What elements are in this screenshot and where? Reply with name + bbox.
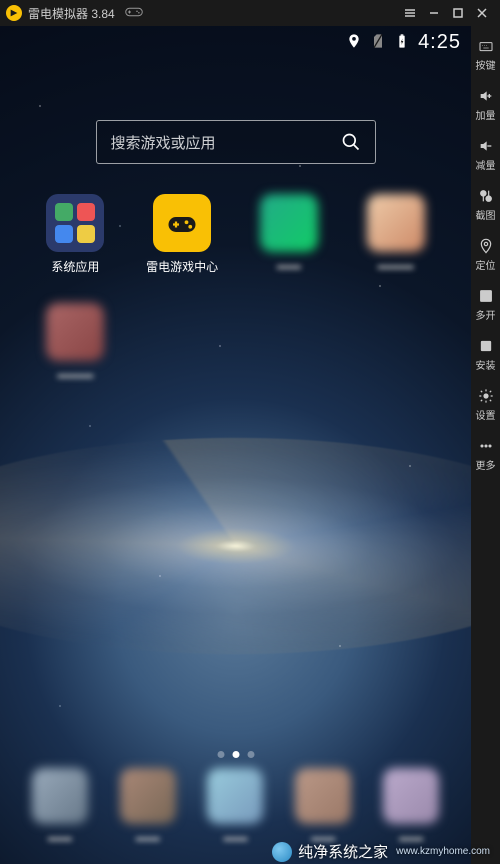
watermark: 纯净系统之家 www.kzmyhome.com (272, 841, 490, 862)
android-statusbar: 4:25 (0, 26, 471, 58)
side-label: 定位 (476, 257, 496, 272)
emulator-screen: 4:25 搜索游戏或应用 系统应用 雷电游戏中心 ▬▬ (0, 26, 471, 864)
app-blurred-4[interactable]: ▬▬▬ (350, 194, 441, 275)
side-label: 加量 (476, 107, 496, 122)
side-label: 设置 (476, 407, 496, 422)
system-apps-icon (46, 194, 104, 252)
close-button[interactable] (470, 1, 494, 25)
titlebar: 雷电模拟器 3.84 (0, 0, 500, 26)
page-dot[interactable] (217, 751, 224, 758)
dock-app-3[interactable]: ▬▬ (207, 768, 263, 844)
dock: ▬▬ ▬▬ ▬▬ ▬▬ ▬▬ (16, 768, 455, 844)
page-dot[interactable] (247, 751, 254, 758)
home-app-grid: 系统应用 雷电游戏中心 ▬▬ ▬▬▬ ▬▬▬ (30, 194, 441, 381)
side-volume-down-button[interactable]: 减量 (471, 132, 500, 178)
app-label: ▬▬▬ (57, 367, 93, 381)
side-location-button[interactable]: 定位 (471, 232, 500, 278)
search-placeholder: 搜索游戏或应用 (111, 132, 341, 153)
side-volume-up-button[interactable]: 加量 (471, 82, 500, 128)
svg-text:APK: APK (481, 344, 491, 349)
sim-icon (370, 33, 386, 52)
window-title: 雷电模拟器 3.84 (28, 5, 115, 22)
app-blurred-5[interactable]: ▬▬▬ (30, 303, 121, 381)
blurred-icon (367, 194, 425, 252)
gamecenter-icon (153, 194, 211, 252)
emulator-sidebar: 按键 加量 减量 截图 定位 多开 APK 安装 设置 (471, 26, 500, 864)
side-label: 减量 (476, 157, 496, 172)
clock: 4:25 (418, 31, 461, 54)
dock-app-5[interactable]: ▬▬ (383, 768, 439, 844)
app-logo (6, 5, 22, 21)
blurred-icon (46, 303, 104, 361)
search-icon (341, 132, 361, 152)
app-label: ▬▬▬ (378, 258, 414, 272)
app-label: ▬▬ (277, 258, 301, 272)
dock-app-4[interactable]: ▬▬ (295, 768, 351, 844)
app-gamecenter[interactable]: 雷电游戏中心 (137, 194, 228, 275)
side-keymap-button[interactable]: 按键 (471, 32, 500, 78)
app-label: 雷电游戏中心 (146, 258, 218, 275)
app-label: 系统应用 (51, 258, 99, 275)
side-multi-instance-button[interactable]: 多开 (471, 282, 500, 328)
blurred-icon (260, 194, 318, 252)
side-screenshot-button[interactable]: 截图 (471, 182, 500, 228)
page-dot-active[interactable] (232, 751, 239, 758)
app-blurred-3[interactable]: ▬▬ (244, 194, 335, 275)
app-system[interactable]: 系统应用 (30, 194, 121, 275)
dock-app-2[interactable]: ▬▬ (120, 768, 176, 844)
side-label: 安装 (476, 357, 496, 372)
page-indicator (217, 751, 254, 758)
watermark-logo-icon (272, 842, 292, 862)
minimize-button[interactable] (422, 1, 446, 25)
location-icon (346, 33, 362, 52)
side-label: 更多 (476, 457, 496, 472)
watermark-brand: 纯净系统之家 (298, 841, 388, 862)
side-install-apk-button[interactable]: APK 安装 (471, 332, 500, 378)
menu-button[interactable] (398, 1, 422, 25)
dock-app-1[interactable]: ▬▬ (32, 768, 88, 844)
side-more-button[interactable]: 更多 (471, 432, 500, 478)
side-label: 截图 (476, 207, 496, 222)
watermark-url: www.kzmyhome.com (396, 846, 490, 857)
search-input[interactable]: 搜索游戏或应用 (96, 120, 376, 164)
side-label: 按键 (476, 57, 496, 72)
side-settings-button[interactable]: 设置 (471, 382, 500, 428)
battery-icon (394, 33, 410, 52)
maximize-button[interactable] (446, 1, 470, 25)
side-label: 多开 (476, 307, 496, 322)
gamepad-icon[interactable] (125, 6, 143, 21)
